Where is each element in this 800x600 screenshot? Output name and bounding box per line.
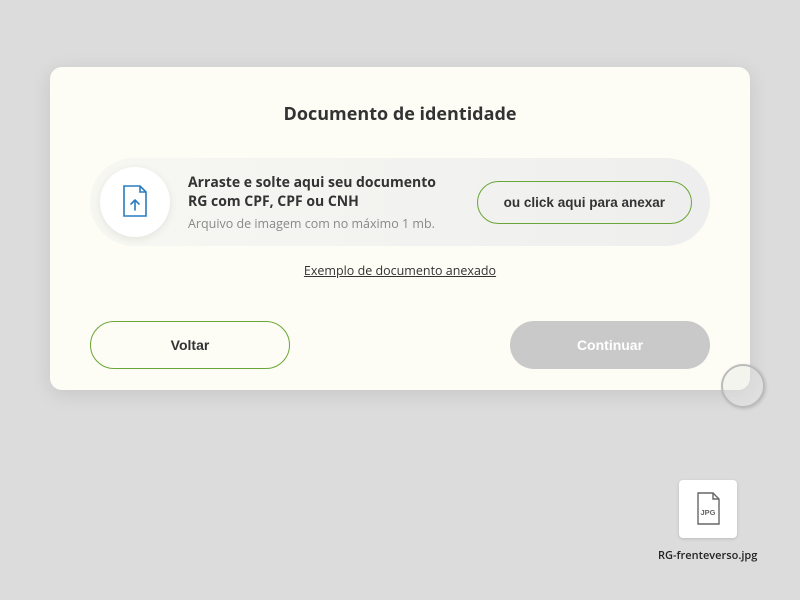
- continue-button[interactable]: Continuar: [510, 321, 710, 369]
- dropzone-title: Arraste e solte aqui seu documento RG co…: [188, 174, 459, 212]
- file-thumbnail: JPG: [679, 480, 737, 538]
- action-row: Voltar Continuar: [90, 321, 710, 369]
- dropzone-text: Arraste e solte aqui seu documento RG co…: [188, 172, 459, 233]
- jpg-file-icon: JPG: [694, 492, 722, 526]
- back-button[interactable]: Voltar: [90, 321, 290, 369]
- attach-button[interactable]: ou click aqui para anexar: [477, 181, 692, 224]
- cursor-indicator: [721, 364, 765, 408]
- dropzone-subtitle: Arquivo de imagem com no máximo 1 mb.: [188, 215, 459, 232]
- file-name: RG-frenteverso.jpg: [658, 548, 757, 563]
- dropzone[interactable]: Arraste e solte aqui seu documento RG co…: [90, 158, 710, 246]
- upload-modal: Documento de identidade Arraste e solte …: [50, 67, 750, 390]
- file-upload-icon: [121, 185, 149, 219]
- svg-text:JPG: JPG: [700, 508, 715, 517]
- desktop-file[interactable]: JPG RG-frenteverso.jpg: [658, 480, 757, 563]
- modal-title: Documento de identidade: [90, 102, 710, 126]
- upload-icon-circle: [100, 167, 170, 237]
- example-link[interactable]: Exemplo de documento anexado: [90, 262, 710, 279]
